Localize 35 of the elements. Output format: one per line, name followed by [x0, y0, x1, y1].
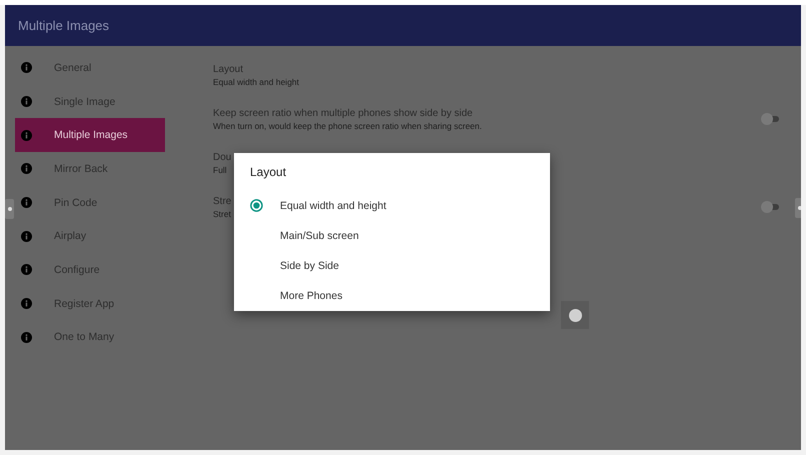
edge-handle[interactable]: [5, 199, 14, 219]
radio-option[interactable]: Main/Sub screen: [250, 220, 550, 251]
setting-description: Stret: [213, 208, 232, 218]
floating-button[interactable]: [561, 301, 589, 329]
sidebar-item[interactable]: Single Image: [15, 84, 165, 118]
setting-title: Layout: [213, 64, 244, 75]
radio-option[interactable]: More Phones: [250, 280, 550, 312]
info-icon: [21, 298, 32, 310]
radio-option[interactable]: Side by Side: [250, 250, 550, 281]
sidebar-item[interactable]: Mirror Back: [15, 152, 165, 186]
setting-title: Dou: [213, 152, 232, 162]
info-icon: [21, 62, 32, 74]
sidebar-item[interactable]: Airplay: [15, 219, 165, 254]
sidebar-item[interactable]: Register App: [15, 286, 165, 320]
radio-selected-icon: [250, 199, 263, 212]
toggle-switch[interactable]: [761, 201, 781, 213]
info-icon: [21, 332, 32, 343]
info-icon: [21, 130, 32, 141]
info-icon: [21, 96, 32, 108]
info-icon: [21, 197, 32, 208]
setting-description: When turn on, would keep the phone screen ratio when sharing screen.: [213, 120, 482, 130]
setting-description: Full: [213, 164, 228, 174]
info-icon: [21, 163, 32, 174]
app-bar-title: Multiple Images: [18, 18, 110, 33]
radio-option[interactable]: Equal width and height: [250, 190, 550, 221]
setting-title: Stre: [213, 196, 232, 206]
info-icon: [21, 230, 32, 242]
sidebar-item[interactable]: General: [15, 51, 165, 85]
info-icon: [21, 264, 32, 276]
setting-description: Equal width and height: [213, 77, 300, 87]
sidebar-item[interactable]: Configure: [15, 253, 165, 287]
sidebar-item[interactable]: Multiple Images: [15, 118, 165, 152]
setting-title: Keep screen ratio when multiple phones show side by side: [213, 108, 474, 118]
dialog-title: Layout: [250, 165, 288, 181]
toggle-switch[interactable]: [761, 113, 781, 125]
